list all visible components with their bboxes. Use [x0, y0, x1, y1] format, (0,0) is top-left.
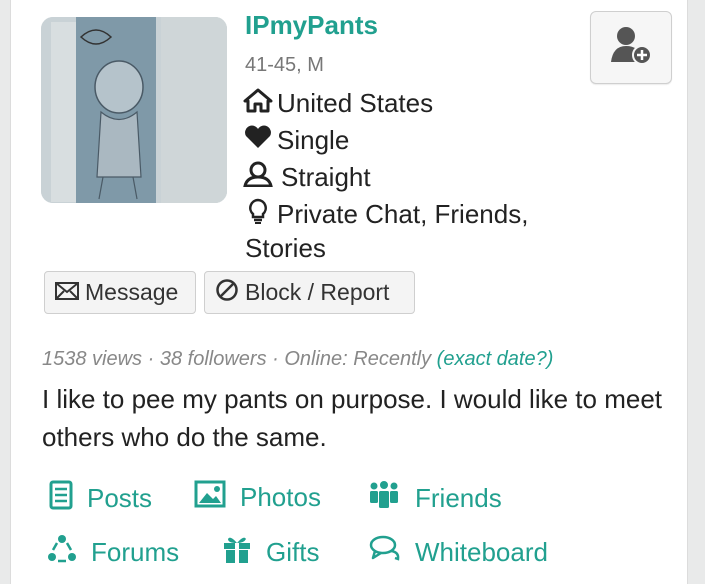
add-friend-button[interactable]	[590, 11, 672, 84]
envelope-icon	[55, 279, 79, 306]
avatar-image	[41, 17, 227, 203]
online-status: Online: Recently	[284, 348, 432, 370]
nav-friends[interactable]: Friends	[367, 480, 502, 517]
whiteboard-icon	[369, 534, 401, 571]
nav-forums-label: Forums	[91, 537, 180, 567]
looking-for-text: Private Chat, Friends,	[277, 199, 529, 229]
lightbulb-icon	[243, 198, 273, 231]
looking-for-row: Private Chat, Friends,	[243, 198, 528, 231]
relationship-row: Single	[243, 124, 349, 157]
separator: ·	[266, 348, 285, 370]
nav-whiteboard[interactable]: Whiteboard	[369, 534, 548, 571]
location-text: United States	[277, 88, 434, 118]
user-icon	[243, 161, 277, 194]
photos-icon	[194, 480, 226, 515]
looking-for-continued: Stories	[245, 233, 326, 263]
friends-icon	[367, 480, 401, 517]
nav-whiteboard-label: Whiteboard	[415, 537, 548, 567]
nav-posts-label: Posts	[87, 483, 153, 513]
heart-icon	[243, 124, 273, 157]
orientation-text: Straight	[281, 162, 371, 192]
age-gender: 41-45, M	[245, 54, 324, 76]
nav-friends-label: Friends	[415, 483, 502, 513]
home-icon	[243, 87, 273, 120]
username-link[interactable]: IPmyPants	[245, 10, 378, 41]
posts-icon	[49, 480, 73, 517]
add-friend-icon	[609, 24, 653, 71]
followers-count: 38 followers	[159, 348, 267, 370]
forums-icon	[47, 534, 77, 571]
ban-icon	[215, 278, 239, 308]
nav-forums[interactable]: Forums	[47, 534, 179, 571]
gifts-icon	[222, 534, 252, 571]
profile-stats: 1538 views · 38 followers · Online: Rece…	[42, 348, 553, 371]
orientation-row: Straight	[243, 161, 371, 194]
nav-photos[interactable]: Photos	[194, 480, 321, 515]
nav-gifts[interactable]: Gifts	[222, 534, 319, 571]
message-button[interactable]: Message	[44, 271, 196, 314]
nav-photos-label: Photos	[240, 482, 321, 512]
profile-card: IPmyPants 41-45, M United States Single …	[10, 0, 688, 584]
views-count: 1538 views	[42, 348, 143, 370]
block-report-button[interactable]: Block / Report	[204, 271, 415, 314]
message-label: Message	[85, 279, 179, 305]
separator: ·	[142, 348, 160, 370]
location-row: United States	[243, 87, 433, 120]
block-report-label: Block / Report	[245, 279, 390, 305]
avatar[interactable]	[41, 17, 227, 203]
relationship-text: Single	[277, 125, 350, 155]
nav-gifts-label: Gifts	[266, 537, 320, 567]
nav-posts[interactable]: Posts	[49, 480, 152, 517]
profile-bio: I like to pee my pants on purpose. I wou…	[42, 384, 663, 452]
exact-date-link[interactable]: (exact date?)	[437, 348, 554, 370]
